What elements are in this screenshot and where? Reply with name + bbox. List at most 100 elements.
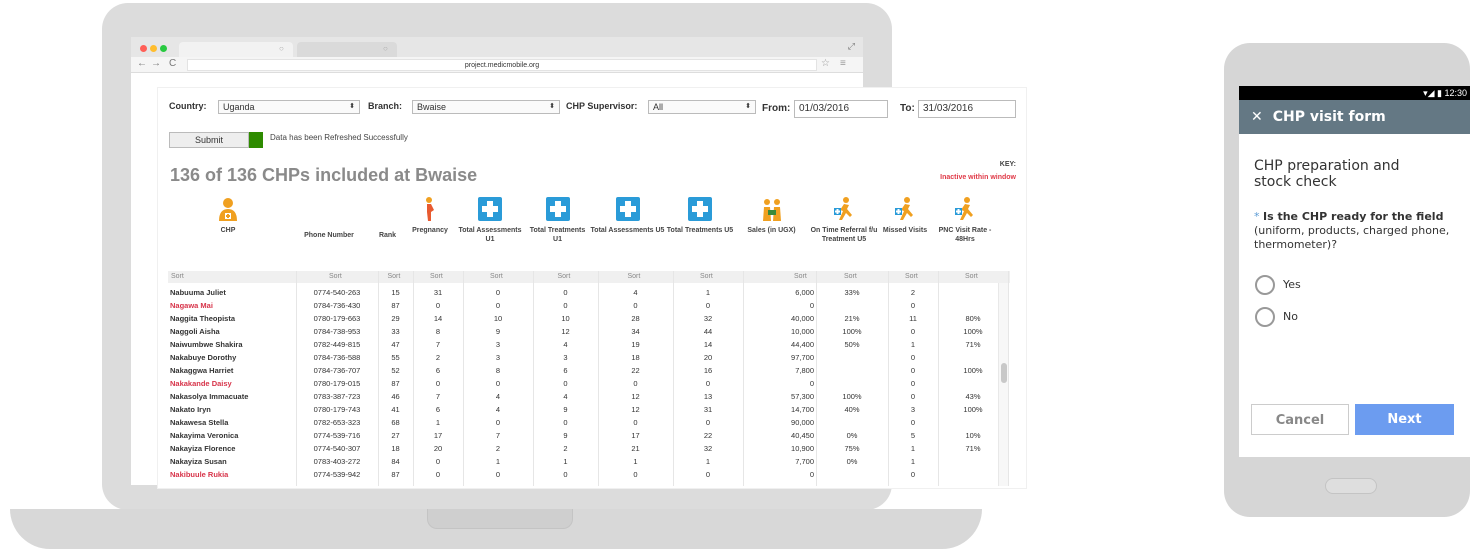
sort-button[interactable]: Sort <box>171 273 184 280</box>
phone-home-button[interactable] <box>1325 478 1377 494</box>
column-header[interactable]: Pregnancy <box>405 196 455 235</box>
close-window-icon[interactable] <box>140 45 147 52</box>
column-header[interactable]: CHP <box>168 196 288 235</box>
sort-button[interactable]: Sort <box>388 273 401 280</box>
table-cell: 17 <box>631 431 640 440</box>
table-cell: 100% <box>842 392 862 401</box>
sort-button[interactable]: Sort <box>965 273 978 280</box>
table-cell: 0 <box>910 379 916 388</box>
column-header[interactable]: Rank <box>370 231 405 240</box>
country-select[interactable]: Uganda ⬍ <box>218 100 360 114</box>
browser-tab[interactable]: ○ <box>179 42 293 57</box>
chp-name-cell[interactable]: Nakayima Veronica <box>170 431 238 440</box>
column-header[interactable]: Missed Visits <box>880 196 930 235</box>
table-row[interactable]: Nakayiza Susan 0783-403-272 84 0 1 1 1 1 7,700 0%… <box>168 455 998 468</box>
chp-name-cell[interactable]: Nagawa Mai <box>170 301 213 310</box>
reload-icon[interactable]: C <box>169 58 176 69</box>
column-header[interactable]: Total Assessments U1 <box>455 196 525 244</box>
menu-icon[interactable]: ≡ <box>840 58 846 69</box>
table-cell: 3 <box>563 353 568 362</box>
chp-name-cell[interactable]: Nakawesa Stella <box>170 418 228 427</box>
supervisor-select[interactable]: All ⬍ <box>648 100 756 114</box>
table-scrollbar[interactable] <box>998 283 1008 486</box>
key-label: KEY: <box>999 161 1016 168</box>
tab-close-icon[interactable]: ○ <box>383 44 388 53</box>
chp-name-cell[interactable]: Nakasolya Immacuate <box>170 392 248 401</box>
scrollbar-thumb[interactable] <box>1001 363 1007 383</box>
table-row[interactable]: Nakaggwa Harriet 0784-736-707 52 6 8 6 22 16 7,8… <box>168 364 998 377</box>
table-row[interactable]: Nakayima Veronica 0774-539-716 27 17 7 9 17 22 4… <box>168 429 998 442</box>
table-cell: 68 <box>391 418 400 427</box>
table-cell: 40% <box>844 405 860 414</box>
maximize-window-icon[interactable] <box>160 45 167 52</box>
table-cell: 44 <box>703 327 713 336</box>
table-cell: 9 <box>563 431 568 440</box>
branch-select[interactable]: Bwaise ⬍ <box>412 100 560 114</box>
column-header[interactable]: Total Assessments U5 <box>590 196 665 235</box>
chp-name-cell[interactable]: Nakato Iryn <box>170 405 211 414</box>
sort-button[interactable]: Sort <box>628 273 641 280</box>
minimize-window-icon[interactable] <box>150 45 157 52</box>
branch-label: Branch: <box>368 101 403 111</box>
column-header[interactable]: Total Treatments U5 <box>665 196 735 235</box>
chp-name-cell[interactable]: Naiwumbwe Shakira <box>170 340 243 349</box>
table-row[interactable]: Nakabuye Dorothy 0784-736-588 55 2 3 3 18 20 97,… <box>168 351 998 364</box>
key-value: Inactive within window <box>940 174 1016 181</box>
chp-name-cell[interactable]: Nakakande Daisy <box>170 379 232 388</box>
table-row[interactable]: Nabuuma Juliet 0774-540-263 15 31 0 0 4 1 6,000 3… <box>168 286 998 299</box>
chp-name-cell[interactable]: Naggita Theopista <box>170 314 235 323</box>
close-icon[interactable]: ✕ <box>1251 109 1263 125</box>
cancel-button[interactable]: Cancel <box>1251 404 1349 435</box>
column-header[interactable]: Total Treatments U1 <box>525 196 590 244</box>
table-row[interactable]: Naggita Theopista 0780-179-663 29 14 10 10 28 3… <box>168 312 998 325</box>
table-row[interactable]: Nagawa Mai 0784-736-430 87 0 0 0 0 0 0 0 <box>168 299 998 312</box>
column-header[interactable]: Sales (in UGX) <box>735 196 808 235</box>
fullscreen-icon[interactable]: ⤢ <box>848 41 855 52</box>
option-no-label: No <box>1283 310 1298 323</box>
browser-tab-inactive[interactable]: ○ <box>297 42 397 57</box>
back-icon[interactable]: ← <box>137 58 147 69</box>
radio-no[interactable] <box>1255 307 1275 327</box>
table-cell: 3 <box>910 405 916 414</box>
table-cell: 0 <box>705 301 711 310</box>
column-header[interactable]: On Time Referral f/u Treatment U5 <box>808 196 880 244</box>
chp-name-cell[interactable]: Nakabuye Dorothy <box>170 353 236 362</box>
sort-button[interactable]: Sort <box>794 273 807 280</box>
sort-button[interactable]: Sort <box>430 273 443 280</box>
sort-button[interactable]: Sort <box>558 273 571 280</box>
table-cell: 19 <box>631 340 640 349</box>
table-row[interactable]: Naggoli Aisha 0784-738-953 33 8 9 12 34 44 10,00… <box>168 325 998 338</box>
chp-name-cell[interactable]: Naggoli Aisha <box>170 327 220 336</box>
chp-name-cell[interactable]: Nabuuma Juliet <box>170 288 226 297</box>
table-row[interactable]: Nakibuule Rukia 0774-539-942 87 0 0 0 0 0 0 0 <box>168 468 998 481</box>
chp-name-cell[interactable]: Nakayiza Susan <box>170 457 227 466</box>
next-button[interactable]: Next <box>1355 404 1454 435</box>
table-row[interactable]: Nakawesa Stella 0782-653-323 68 1 0 0 0 0 90,000… <box>168 416 998 429</box>
sort-button[interactable]: Sort <box>490 273 503 280</box>
sort-button[interactable]: Sort <box>329 273 342 280</box>
table-row[interactable]: Nakasolya Immacuate 0783-387-723 46 7 4 4 12 13… <box>168 390 998 403</box>
to-date-input[interactable]: 31/03/2016 <box>918 100 1016 118</box>
question-bold: Is the CHP ready for the field <box>1263 210 1444 223</box>
table-row[interactable]: Nakato Iryn 0780-179-743 41 6 4 9 12 31 14,700 40… <box>168 403 998 416</box>
table-row[interactable]: Naiwumbwe Shakira 0782-449-815 47 7 3 4 19 14 44… <box>168 338 998 351</box>
table-row[interactable]: Nakayiza Florence 0774-540-307 18 20 2 2 21 32 1… <box>168 442 998 455</box>
sort-button[interactable]: Sort <box>844 273 857 280</box>
forward-icon[interactable]: → <box>151 58 161 69</box>
table-row[interactable]: Nakakande Daisy 0780-179-015 87 0 0 0 0 0 0 0 <box>168 377 998 390</box>
sort-button[interactable]: Sort <box>700 273 713 280</box>
bookmark-star-icon[interactable]: ☆ <box>821 58 830 69</box>
tab-close-icon[interactable]: ○ <box>279 44 284 53</box>
submit-button[interactable]: Submit <box>169 132 249 148</box>
chp-name-cell[interactable]: Nakaggwa Harriet <box>170 366 233 375</box>
from-date-input[interactable]: 01/03/2016 <box>794 100 888 118</box>
chp-name-cell[interactable]: Nakayiza Florence <box>170 444 235 453</box>
sort-button[interactable]: Sort <box>905 273 918 280</box>
table-cell: 12 <box>561 327 570 336</box>
table-cell: 6 <box>435 405 441 414</box>
column-header[interactable]: PNC Visit Rate - 48Hrs <box>930 196 1000 244</box>
radio-yes[interactable] <box>1255 275 1275 295</box>
chp-name-cell[interactable]: Nakibuule Rukia <box>170 470 228 479</box>
url-field[interactable]: project.medicmobile.org <box>187 59 817 71</box>
column-header[interactable]: Phone Number <box>288 231 370 240</box>
